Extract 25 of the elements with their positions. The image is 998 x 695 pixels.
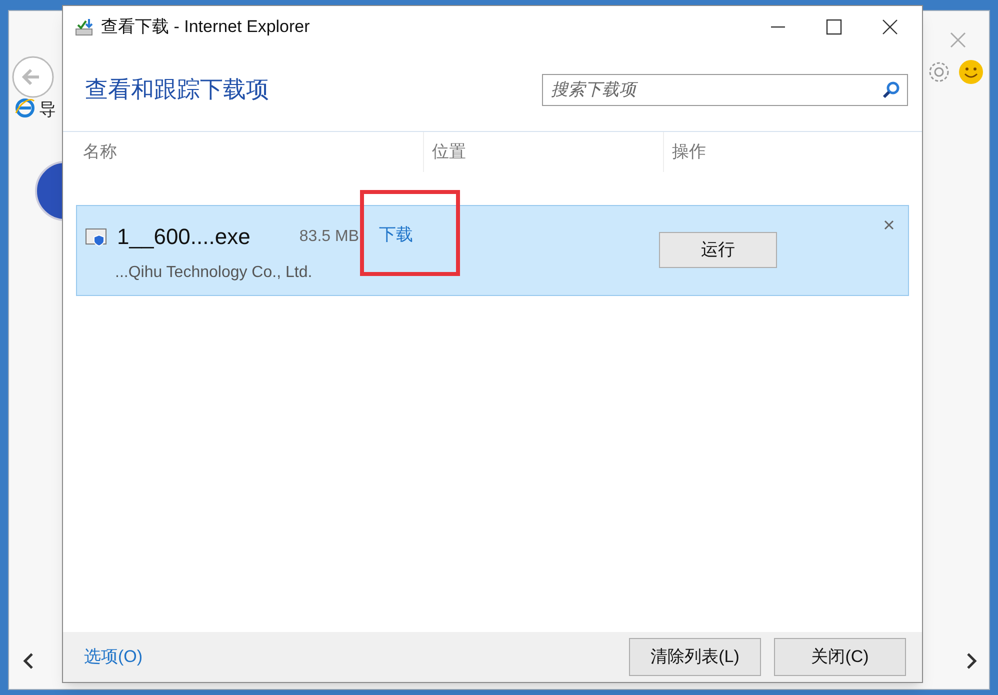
location-link[interactable]: 下载 (379, 225, 413, 244)
dialog-heading: 查看和跟踪下载项 (85, 75, 269, 104)
tab-label[interactable]: 导 (39, 97, 56, 122)
file-size: 83.5 MB (299, 226, 359, 246)
column-header[interactable]: 操作 (672, 139, 706, 165)
close-icon[interactable] (882, 19, 898, 35)
smiley-icon[interactable] (958, 59, 984, 85)
settings-icon[interactable] (927, 60, 951, 84)
remove-icon[interactable] (884, 220, 894, 230)
ie-logo-icon (14, 97, 36, 119)
maximize-icon[interactable] (826, 19, 842, 35)
download-icon (75, 17, 95, 37)
publisher-text: ...Qihu Technology Co., Ltd. (115, 263, 314, 283)
window-title: 查看下载 - Internet Explorer (101, 16, 310, 38)
column-header[interactable]: 位置 (432, 139, 466, 165)
download-row[interactable]: 1__600....exe 83.5 MB ...Qihu Technology Co., Ltd. 下载 运行 (76, 205, 909, 296)
footer-button[interactable]: 关闭(C) (774, 638, 906, 676)
search-icon[interactable] (882, 80, 900, 98)
installer-icon (85, 226, 109, 248)
column-header[interactable]: 名称 (83, 139, 117, 165)
run-button[interactable]: 运行 (659, 232, 777, 268)
options-link[interactable]: 选项(O) (84, 644, 143, 670)
footer-button[interactable]: 清除列表(L) (629, 638, 761, 676)
file-name: 1__600....exe (117, 223, 250, 251)
search-field[interactable]: 搜索下载项 (542, 74, 908, 106)
